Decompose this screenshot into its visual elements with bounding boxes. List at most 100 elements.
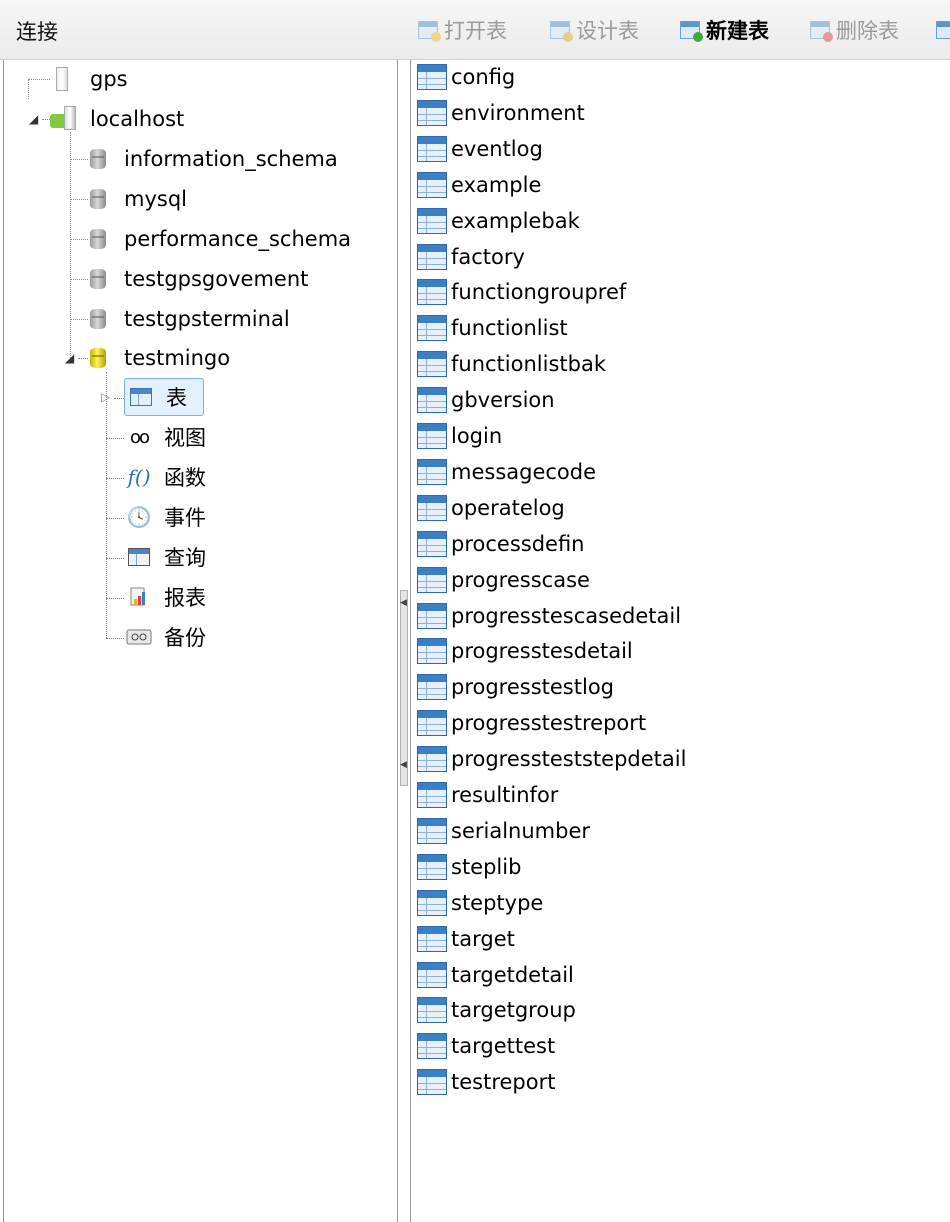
connection-tree: ◢ ◢ ▷ gps localhost information_schema m… [3,60,398,1222]
table-list-item[interactable]: progressteststepdetail [417,743,686,775]
table-name: functiongroupref [451,280,627,305]
collapse-arrow-icon[interactable]: ◢ [29,112,38,126]
table-icon [417,207,447,234]
tree-object-views[interactable]: oo 视图 [126,420,206,454]
tree-connection-localhost[interactable]: localhost [50,102,184,136]
splitter-left-arrow-icon[interactable]: ◀ [400,598,407,608]
table-icon [417,961,447,988]
tree-database-testmingo[interactable]: testmingo [90,341,230,375]
event-clock-icon: 🕓 [126,505,152,529]
new-table-button[interactable]: 新建表 [680,15,769,45]
table-list-item[interactable]: progresscase [417,564,590,596]
table-list-pane: config environment eventlog example exampleb… [410,60,950,1222]
table-icon [417,279,447,306]
database-icon [90,309,106,329]
table-list-item[interactable]: targetgroup [417,994,576,1026]
tree-object-queries[interactable]: 查询 [126,540,206,574]
open-database-icon [90,348,106,368]
splitter-grip[interactable] [400,590,408,786]
more-toolbar-button[interactable] [936,15,950,45]
table-icon [417,351,447,378]
collapse-arrow-icon[interactable]: ◢ [65,351,74,365]
splitter-left-arrow-icon[interactable]: ◀ [400,760,407,770]
table-icon [417,171,447,198]
design-table-button[interactable]: 设计表 [550,15,639,45]
delete-table-icon [810,21,833,42]
table-list-item[interactable]: environment [417,97,585,129]
table-list-item[interactable]: steptype [417,887,543,919]
tree-connection-gps[interactable]: gps [56,62,128,96]
table-icon [417,494,447,521]
table-list-item[interactable]: operatelog [417,492,565,524]
tree-database[interactable]: performance_schema [90,222,351,256]
table-icon [417,387,447,414]
table-list-item[interactable]: example [417,169,541,201]
tree-database[interactable]: information_schema [90,142,338,176]
table-list-item[interactable]: functiongroupref [417,276,626,308]
table-list-item[interactable]: functionlistbak [417,348,606,380]
tree-database[interactable]: mysql [90,182,187,216]
table-list-item[interactable]: progresstestreport [417,707,646,739]
database-icon [90,189,106,209]
table-list-item[interactable]: factory [417,241,525,273]
table-name: progresstescasedetail [451,603,682,628]
delete-table-button[interactable]: 删除表 [810,15,899,45]
tree-object-reports[interactable]: 报表 [126,580,206,614]
table-list-item[interactable]: functionlist [417,312,568,344]
table-name: testreport [451,1070,556,1095]
database-icon [90,229,106,249]
table-list-item[interactable]: examplebak [417,205,580,237]
tree-object-functions[interactable]: f() 函数 [126,460,206,494]
table-name: functionlistbak [451,352,606,377]
tree-database[interactable]: testgpsterminal [90,302,290,336]
tree-object-backups[interactable]: 备份 [126,620,206,654]
table-list-item[interactable]: targettest [417,1030,555,1062]
query-icon [126,546,152,568]
expand-arrow-icon[interactable]: ▷ [101,390,110,404]
table-list-item[interactable]: targetdetail [417,959,574,991]
table-icon [417,99,447,126]
table-name: targetgroup [451,998,576,1023]
object-toolbar: 打开表 设计表 新建表 删除表 [398,0,950,60]
table-name: environment [451,100,585,125]
table-list-item[interactable]: testreport [417,1066,555,1098]
table-icon [128,386,154,408]
table-icon [417,1069,447,1096]
table-icon [417,710,447,737]
table-list-item[interactable]: processdefin [417,528,585,560]
database-icon [90,269,106,289]
view-glasses-icon: oo [129,426,150,448]
table-list-item[interactable]: gbversion [417,384,555,416]
table-list-item[interactable]: progresstestlog [417,671,614,703]
table-name: config [451,65,516,89]
table-name: progresstestlog [451,675,614,700]
open-table-button[interactable]: 打开表 [418,15,507,45]
connection-panel-title: 连接 [16,20,58,44]
table-list-item[interactable]: progresstescasedetail [417,600,681,632]
tree-object-events[interactable]: 🕓 事件 [126,500,206,534]
table-icon [417,925,447,952]
table-list-item[interactable]: steplib [417,851,521,883]
table-list-item[interactable]: eventlog [417,133,543,165]
table-name: targettest [451,1034,556,1059]
table-list-item[interactable]: progresstesdetail [417,635,633,667]
table-list-item[interactable]: login [417,420,502,452]
table-icon [417,458,447,485]
table-list-item[interactable]: serialnumber [417,815,590,847]
tree-object-tables[interactable]: 表 [128,380,187,414]
pane-splitter[interactable]: ◀ ◀ [398,590,410,790]
table-icon [417,602,447,629]
tree-database[interactable]: testgpsgovement [90,262,308,296]
table-list-item[interactable]: target [417,923,515,955]
table-name: operatelog [451,495,565,520]
table-list-item[interactable]: config [417,61,515,93]
table-name: factory [451,244,525,269]
table-icon [417,64,447,90]
table-name: progressteststepdetail [451,747,687,772]
table-name: steptype [451,890,544,915]
table-name: resultinfor [451,783,559,807]
new-table-icon [680,21,703,42]
table-list-item[interactable]: messagecode [417,456,596,488]
table-list-item[interactable]: resultinfor [417,779,558,811]
table-icon [417,243,447,270]
